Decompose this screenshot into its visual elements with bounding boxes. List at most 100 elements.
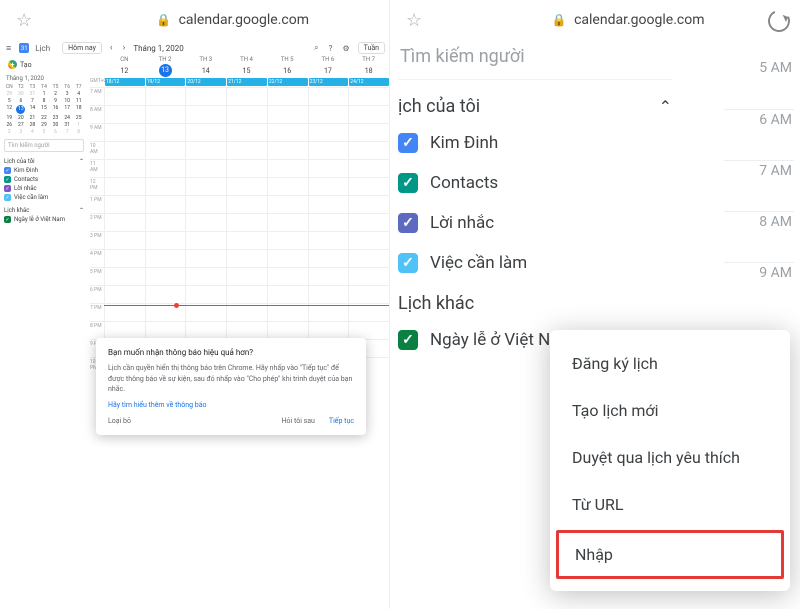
mini-day-cell[interactable]: 7 [62,129,73,135]
hour-row[interactable]: 2 PM [90,213,389,231]
remind-later-button[interactable]: Hỏi tôi sau [282,417,315,425]
mini-calendar[interactable]: CNT2T3T4T5T6T729303112345678910111213141… [4,84,84,135]
mini-day-cell[interactable]: 30 [50,122,61,128]
checkbox-icon[interactable]: ✓ [4,167,11,174]
allday-event[interactable]: 20/12 [186,78,226,86]
mini-day-cell[interactable]: 4 [27,129,38,135]
calendar-list-item[interactable]: ✓Việc cần làm [398,243,672,283]
search-icon[interactable]: ⌕ [312,43,320,53]
allday-event[interactable]: 22/12 [268,78,308,86]
mini-day-cell[interactable]: 29 [39,122,50,128]
mini-day-cell[interactable]: 2 [4,129,15,135]
mini-day-cell[interactable]: 31 [62,122,73,128]
allday-event[interactable]: 19/12 [146,78,186,86]
my-calendars-section[interactable]: Lịch của tôi⌃ [4,158,84,165]
calendar-list-item[interactable]: ✓Kim Đinh [398,123,672,163]
mini-day-cell[interactable]: 17 [62,105,73,114]
mini-day-cell[interactable]: 6 [50,129,61,135]
hour-row[interactable]: 8 PM [90,321,389,339]
allday-event[interactable]: 21/12 [227,78,267,86]
calendar-list-item[interactable]: ✓Kim Đinh [4,167,84,174]
allday-event[interactable]: 23/12 [309,78,349,86]
calendar-list-item[interactable]: ✓Lời nhắc [398,203,672,243]
checkbox-icon[interactable]: ✓ [4,185,11,192]
checkbox-icon[interactable]: ✓ [398,133,418,153]
mini-day-cell[interactable]: 27 [16,122,27,128]
hour-row[interactable]: 12 PM [90,177,389,195]
search-people-input[interactable]: Tìm kiếm người [4,139,84,152]
mini-day-cell[interactable]: 28 [27,122,38,128]
mini-day-cell[interactable]: 14 [27,105,38,114]
view-selector[interactable]: Tuần [358,42,385,54]
today-button[interactable]: Hôm nay [62,42,102,54]
calendar-list-item[interactable]: ✓Lời nhắc [4,185,84,192]
hour-row[interactable]: 7 AM [90,87,389,105]
mini-day-cell[interactable]: 30 [16,91,27,97]
mini-day-cell[interactable]: 3 [16,129,27,135]
favorite-icon[interactable]: ☆ [16,10,32,31]
allday-event[interactable]: 24/12 [349,78,389,86]
my-calendars-section[interactable]: ịch của tôi ⌃ [398,80,672,123]
date-cell[interactable]: 14 [185,67,226,75]
context-menu-item[interactable]: Tạo lịch mới [550,387,790,434]
other-calendars-section[interactable]: Lịch khác [398,283,672,320]
hour-row[interactable]: 11 AM [90,159,389,177]
mini-day-cell[interactable]: 19 [4,115,15,121]
next-week-button[interactable]: › [121,43,128,53]
favorite-icon[interactable]: ☆ [406,10,422,31]
hour-row[interactable]: 6 PM [90,285,389,303]
checkbox-icon[interactable]: ✓ [398,173,418,193]
help-icon[interactable]: ? [327,44,335,53]
hour-row[interactable]: 5 PM [90,267,389,285]
calendar-list-item[interactable]: ✓Việc cần làm [4,194,84,201]
calendar-list-item[interactable]: ✓Contacts [398,163,672,203]
mini-day-cell[interactable]: 18 [73,105,84,114]
hour-row[interactable]: 10 AM [90,141,389,159]
calendar-list-item[interactable]: ✓Contacts [4,176,84,183]
date-cell[interactable]: 13 [145,64,186,77]
hour-grid[interactable]: 7 AM8 AM9 AM10 AM11 AM12 PM1 PM2 PM3 PM4… [90,87,389,375]
other-calendars-section[interactable]: Lịch khác⌃ [4,207,84,214]
mini-day-cell[interactable]: 6 [16,98,27,104]
mini-day-cell[interactable]: 3 [62,91,73,97]
mini-day-cell[interactable]: 29 [4,91,15,97]
mini-day-cell[interactable]: 5 [4,98,15,104]
mini-day-cell[interactable]: 12 [4,105,15,114]
date-cell[interactable]: 17 [308,67,349,75]
mini-day-cell[interactable]: 21 [27,115,38,121]
context-menu-item[interactable]: Nhập [556,530,784,579]
checkbox-icon[interactable]: ✓ [4,176,11,183]
mini-day-cell[interactable]: 25 [73,115,84,121]
checkbox-icon[interactable]: ✓ [4,216,11,223]
checkbox-icon[interactable]: ✓ [398,253,418,273]
context-menu-item[interactable]: Đăng ký lịch [550,340,790,387]
create-button[interactable]: + Tạo [4,58,84,71]
mini-day-cell[interactable]: 8 [39,98,50,104]
context-menu-item[interactable]: Từ URL [550,481,790,528]
notification-learn-more-link[interactable]: Hãy tìm hiểu thêm về thông báo [108,401,354,409]
dismiss-button[interactable]: Loại bỏ [108,417,131,425]
continue-button[interactable]: Tiếp tục [329,417,354,425]
date-cell[interactable]: 12 [104,67,145,75]
mini-day-cell[interactable]: 1 [73,122,84,128]
search-people-input[interactable]: Tìm kiếm người [398,44,672,80]
mini-day-cell[interactable]: 13 [16,105,27,114]
hour-row[interactable]: 8 AM [90,105,389,123]
checkbox-icon[interactable]: ✓ [4,194,11,201]
mini-day-cell[interactable]: 5 [39,129,50,135]
mini-day-cell[interactable]: 2 [50,91,61,97]
mini-day-cell[interactable]: 16 [50,105,61,114]
menu-icon[interactable]: ≡ [4,43,13,54]
mini-day-cell[interactable]: 4 [73,91,84,97]
mini-day-cell[interactable]: 7 [27,98,38,104]
date-cell[interactable]: 15 [226,67,267,75]
mini-day-cell[interactable]: 9 [50,98,61,104]
calendar-list-item[interactable]: ✓Ngày lễ ở Việt Nam [4,216,84,223]
mini-day-cell[interactable]: 22 [39,115,50,121]
allday-event[interactable]: 18/12 [105,78,145,86]
checkbox-icon[interactable]: ✓ [398,213,418,233]
hour-row[interactable]: 9 AM [90,123,389,141]
checkbox-icon[interactable]: ✓ [398,330,418,350]
mini-day-cell[interactable]: 15 [39,105,50,114]
mini-day-cell[interactable]: 26 [4,122,15,128]
